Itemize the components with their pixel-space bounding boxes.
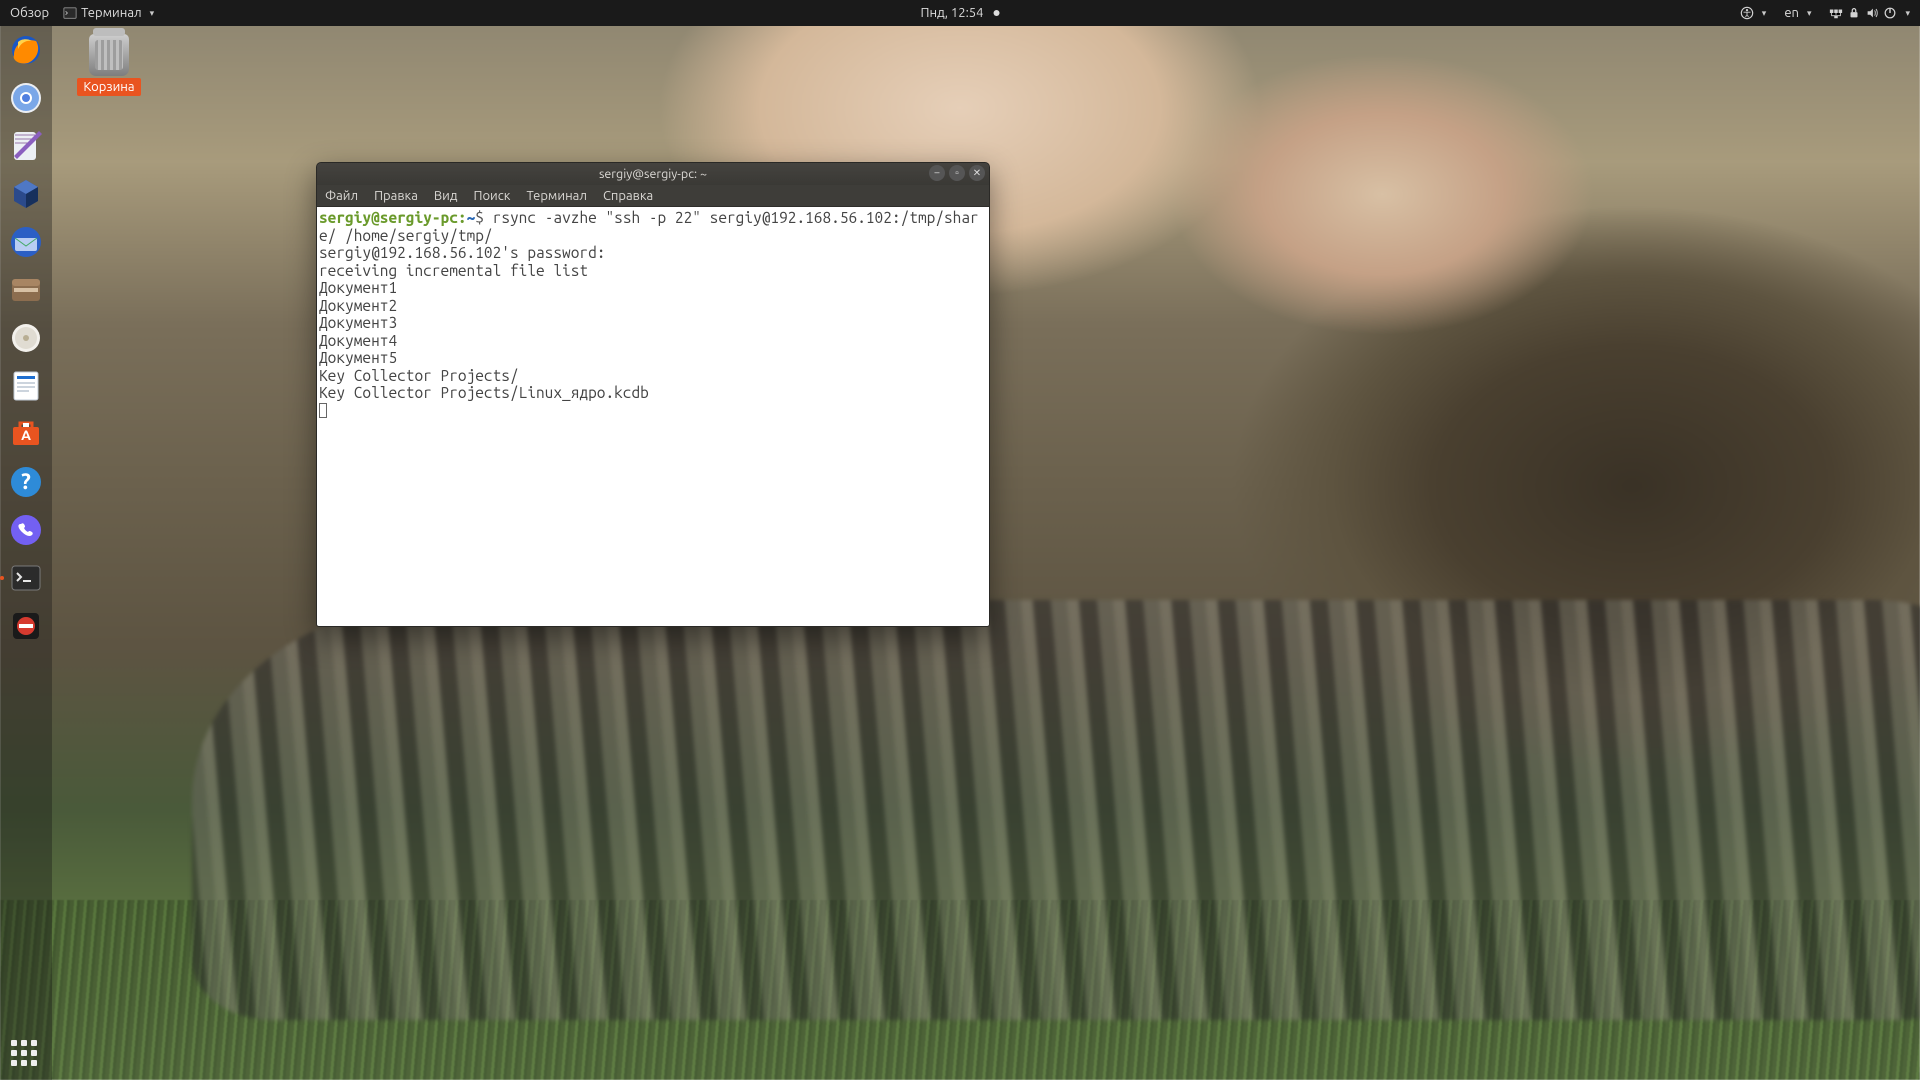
- chromium-icon: [9, 81, 43, 115]
- activities-button[interactable]: Обзор: [10, 6, 49, 20]
- viber-icon: [9, 513, 43, 547]
- terminal-line: sergiy@192.168.56.102's password:: [319, 244, 605, 261]
- volume-icon: [1865, 6, 1879, 20]
- window-maximize-button[interactable]: ▫: [949, 165, 965, 181]
- gnome-topbar: Обзор Терминал ▾ Пнд, 12:54 ▾ en ▾ ▾: [0, 0, 1920, 26]
- dock-files[interactable]: [8, 272, 44, 308]
- accessibility-menu[interactable]: ▾: [1740, 6, 1767, 20]
- desktop-trash-label: Корзина: [77, 78, 140, 96]
- notification-dot-icon: [993, 10, 999, 16]
- input-source-label: en: [1784, 6, 1799, 20]
- network-icon: [1829, 6, 1843, 20]
- terminal-window: sergiy@sergiy-pc: ~ – ▫ ✕ Файл Правка Ви…: [316, 162, 990, 627]
- dock-gedit[interactable]: [8, 128, 44, 164]
- window-minimize-button[interactable]: –: [929, 165, 945, 181]
- window-title: sergiy@sergiy-pc: ~: [599, 167, 707, 181]
- chevron-down-icon: ▾: [150, 8, 155, 19]
- gedit-icon: [9, 129, 43, 163]
- terminal-cursor: [319, 403, 327, 418]
- dock-thunderbird[interactable]: [8, 224, 44, 260]
- dock-blocked-app[interactable]: [8, 608, 44, 644]
- files-icon: [9, 273, 43, 307]
- terminal-line: Документ3: [319, 314, 397, 331]
- dock-help[interactable]: ?: [8, 464, 44, 500]
- virtualbox-icon: [9, 177, 43, 211]
- clock-button[interactable]: Пнд, 12:54: [921, 6, 1000, 20]
- dock-software[interactable]: A: [8, 416, 44, 452]
- rhythmbox-icon: [9, 321, 43, 355]
- chevron-down-icon: ▾: [1762, 8, 1767, 19]
- window-close-button[interactable]: ✕: [969, 165, 985, 181]
- svg-text:A: A: [21, 427, 31, 443]
- svg-text:?: ?: [21, 469, 31, 494]
- app-menu-label: Терминал: [81, 6, 141, 20]
- terminal-viewport[interactable]: sergiy@sergiy-pc:~$ rsync -avzhe "ssh -p…: [317, 207, 989, 626]
- thunderbird-icon: [9, 225, 43, 259]
- menu-terminal[interactable]: Терминал: [526, 189, 586, 203]
- help-icon: ?: [9, 465, 43, 499]
- app-menu-button[interactable]: Терминал ▾: [63, 6, 154, 20]
- menu-help[interactable]: Справка: [603, 189, 653, 203]
- terminal-menubar: Файл Правка Вид Поиск Терминал Справка: [317, 185, 989, 207]
- menu-search[interactable]: Поиск: [473, 189, 510, 203]
- terminal-line: Документ4: [319, 332, 397, 349]
- show-applications-button[interactable]: [11, 1040, 41, 1070]
- chevron-down-icon: ▾: [1905, 8, 1910, 19]
- dock-chromium[interactable]: [8, 80, 44, 116]
- ubuntu-software-icon: A: [9, 417, 43, 451]
- dock-viber[interactable]: [8, 512, 44, 548]
- terminal-icon: [9, 561, 43, 595]
- lock-icon: [1847, 6, 1861, 20]
- prompt-dollar: $: [475, 209, 492, 226]
- window-titlebar[interactable]: sergiy@sergiy-pc: ~ – ▫ ✕: [317, 163, 989, 185]
- input-source-menu[interactable]: en ▾: [1784, 6, 1811, 20]
- menu-edit[interactable]: Правка: [374, 189, 418, 203]
- prompt-user: sergiy@sergiy-pc: [319, 209, 458, 226]
- system-status-area[interactable]: ▾: [1829, 6, 1910, 20]
- chevron-down-icon: ▾: [1807, 8, 1812, 19]
- terminal-line: Документ5: [319, 349, 397, 366]
- ubuntu-dock: A ?: [0, 26, 52, 1080]
- dock-terminal[interactable]: [8, 560, 44, 596]
- menu-file[interactable]: Файл: [325, 189, 358, 203]
- dock-writer[interactable]: [8, 368, 44, 404]
- terminal-line: Key Collector Projects/Linux_ядро.kcdb: [319, 384, 649, 401]
- power-icon: [1883, 6, 1897, 20]
- trash-icon: [89, 34, 129, 76]
- clock-label: Пнд, 12:54: [921, 6, 984, 20]
- prompt-path: ~: [467, 209, 476, 226]
- terminal-line: Документ2: [319, 297, 397, 314]
- terminal-line: receiving incremental file list: [319, 262, 588, 279]
- terminal-line: Key Collector Projects/: [319, 367, 519, 384]
- no-entry-icon: [9, 609, 43, 643]
- desktop-trash[interactable]: Корзина: [74, 34, 144, 96]
- dock-firefox[interactable]: [8, 32, 44, 68]
- wallpaper-cat: [192, 600, 1920, 1020]
- terminal-line: Документ1: [319, 279, 397, 296]
- firefox-icon: [9, 33, 43, 67]
- menu-view[interactable]: Вид: [434, 189, 458, 203]
- terminal-appmenu-icon: [63, 6, 77, 20]
- libreoffice-writer-icon: [9, 369, 43, 403]
- prompt-sep: :: [458, 209, 467, 226]
- dock-rhythmbox[interactable]: [8, 320, 44, 356]
- accessibility-icon: [1740, 6, 1754, 20]
- dock-virtualbox[interactable]: [8, 176, 44, 212]
